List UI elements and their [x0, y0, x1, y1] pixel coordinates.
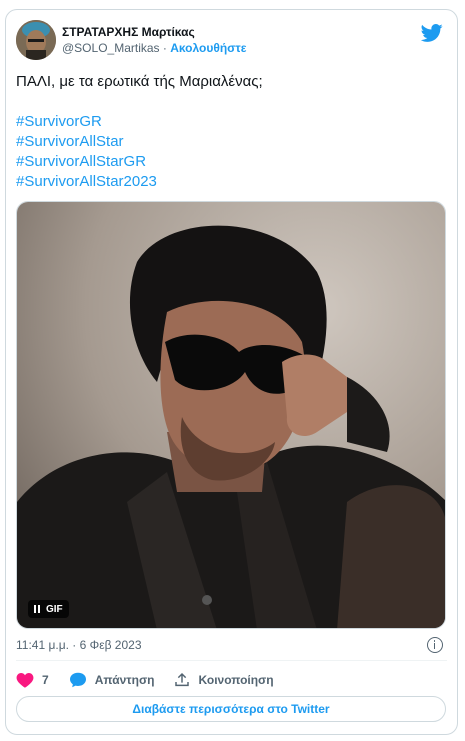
tweet-embed-card: ΣΤΡΑΤΑΡΧΗΣ Μαρτίκας @SOLO_Martikas · Ακο…: [5, 9, 458, 735]
handle[interactable]: @SOLO_Martikas: [62, 41, 160, 55]
hashtag-link[interactable]: #SurvivorGR: [16, 112, 436, 132]
info-icon[interactable]: [427, 637, 443, 653]
follow-link[interactable]: Ακολουθήστε: [170, 41, 246, 55]
divider: [16, 660, 447, 661]
twitter-bird-icon[interactable]: [421, 22, 443, 44]
hashtag-link[interactable]: #SurvivorAllStar2023: [16, 172, 436, 192]
tweet-timestamp[interactable]: 11:41 μ.μ. · 6 Φεβ 2023: [16, 638, 142, 652]
tweet-body-text: ΠΑΛΙ, με τα ερωτικά τής Μαριαλένας;: [16, 73, 263, 90]
author-info: ΣΤΡΑΤΑΡΧΗΣ Μαρτίκας @SOLO_Martikas · Ακο…: [62, 24, 246, 56]
action-bar: 7 Απάντηση Κοινοποίηση: [16, 670, 294, 690]
share-button[interactable]: Κοινοποίηση: [174, 672, 274, 688]
gif-media[interactable]: GIF: [16, 201, 446, 629]
pause-icon: [34, 605, 40, 613]
reply-button[interactable]: Απάντηση: [69, 672, 155, 688]
avatar[interactable]: [16, 20, 56, 60]
handle-row: @SOLO_Martikas · Ακολουθήστε: [62, 40, 246, 56]
tweet-header: ΣΤΡΑΤΑΡΧΗΣ Μαρτίκας @SOLO_Martikas · Ακο…: [16, 20, 447, 64]
display-name[interactable]: ΣΤΡΑΤΑΡΧΗΣ Μαρτίκας: [62, 24, 246, 40]
tweet-text: ΠΑΛΙ, με τα ερωτικά τής Μαριαλένας; #Sur…: [16, 72, 436, 192]
share-label: Κοινοποίηση: [198, 673, 274, 687]
like-button[interactable]: 7: [16, 672, 49, 688]
reply-bubble-icon: [69, 672, 86, 688]
read-more-button[interactable]: Διαβάστε περισσότερα στο Twitter: [16, 696, 446, 722]
gif-label: GIF: [46, 603, 63, 615]
reply-label: Απάντηση: [94, 673, 155, 687]
share-icon: [175, 672, 190, 687]
hashtag-link[interactable]: #SurvivorAllStar: [16, 132, 436, 152]
heart-icon: [16, 673, 34, 688]
separator: ·: [159, 41, 171, 55]
like-count: 7: [42, 673, 49, 687]
gif-image: [17, 202, 445, 628]
hashtag-link[interactable]: #SurvivorAllStarGR: [16, 152, 436, 172]
gif-badge[interactable]: GIF: [28, 600, 69, 618]
